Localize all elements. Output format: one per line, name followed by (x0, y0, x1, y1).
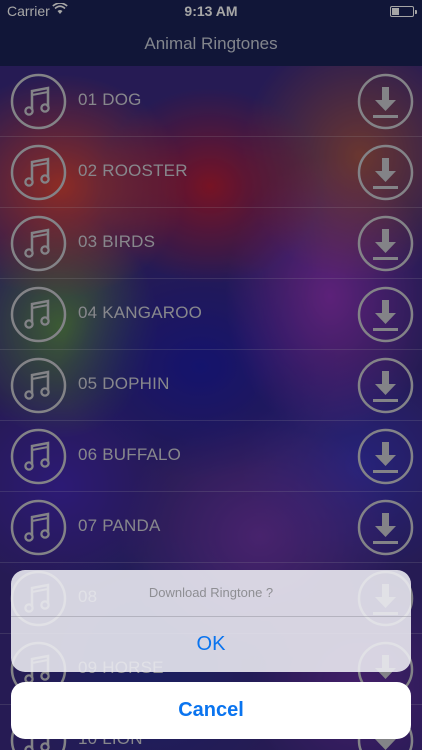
action-sheet: Download Ringtone ? OK (11, 570, 411, 672)
ok-button[interactable]: OK (11, 617, 411, 672)
cancel-button[interactable]: Cancel (11, 682, 411, 739)
app-screen: Carrier 9:13 AM Animal Ringtones 01 DOG … (0, 0, 422, 750)
action-sheet-title: Download Ringtone ? (148, 585, 274, 600)
